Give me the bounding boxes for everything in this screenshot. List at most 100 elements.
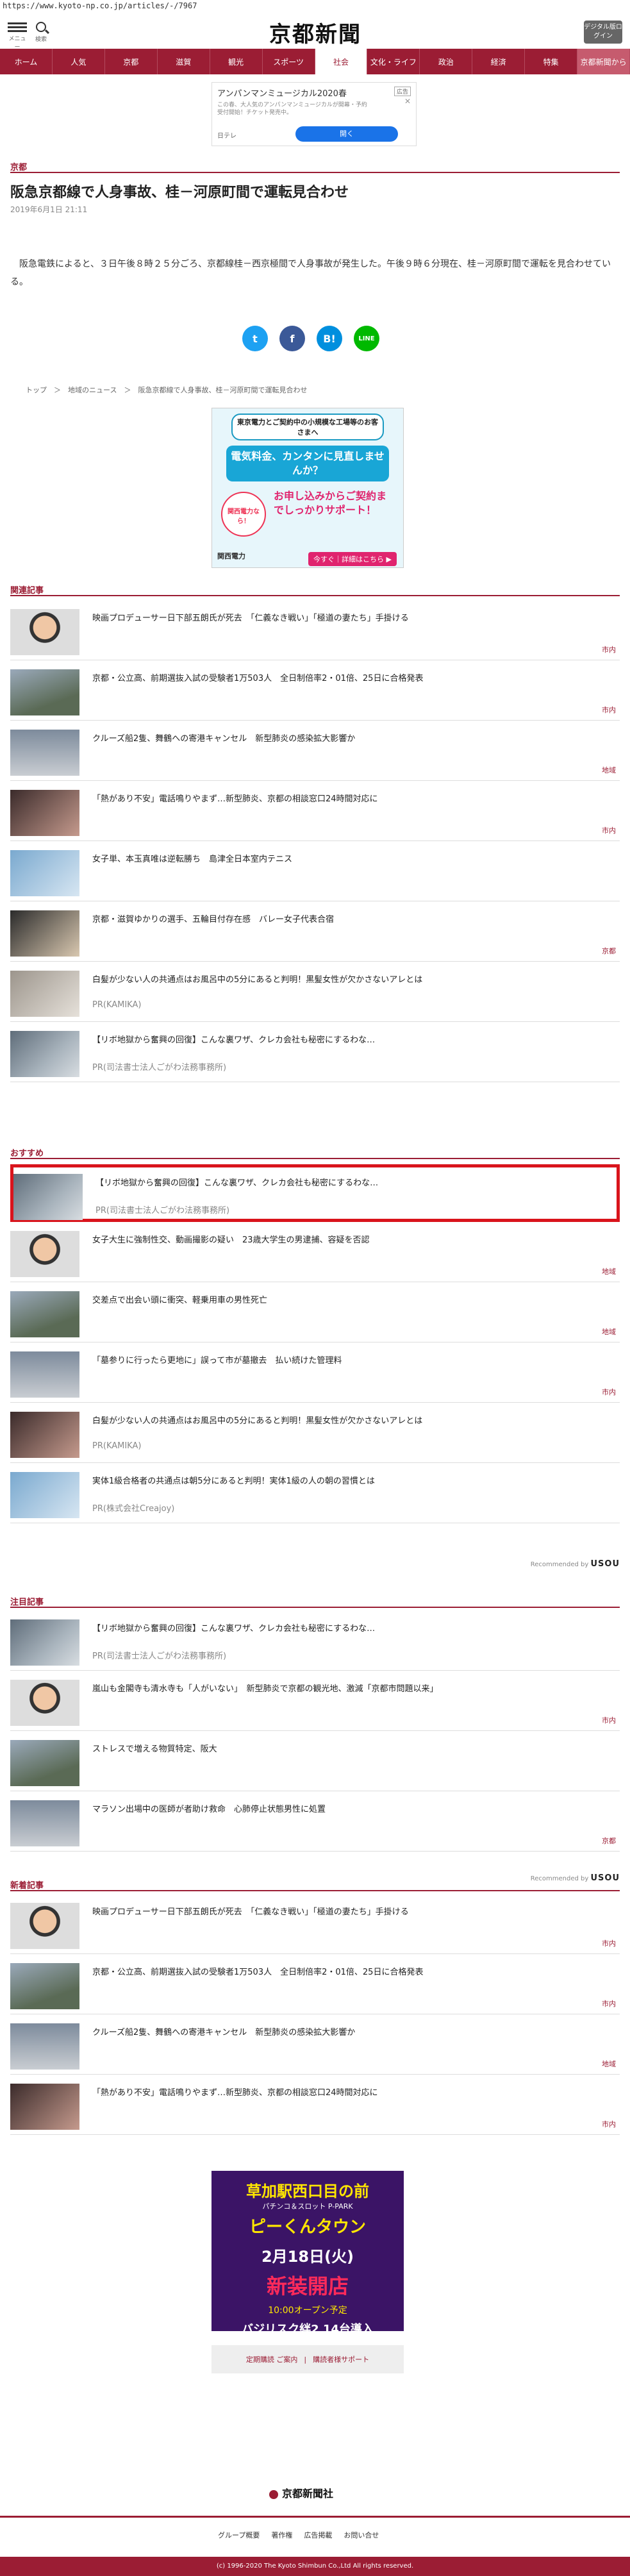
list-item[interactable]: 京都・公立高、前期選抜入試の受験者1万503人 全日制倍率2・01倍、25日に合… xyxy=(10,1957,620,2014)
item-title[interactable]: クルーズ船2隻、舞鶴への寄港キャンセル 新型肺炎の感染拡大影響か xyxy=(92,733,611,745)
digital-login-button[interactable]: デジタル版ログイン xyxy=(584,21,622,44)
list-item[interactable]: ストレスで増える物質特定、阪大 xyxy=(10,1734,620,1791)
article-category[interactable]: 京都 xyxy=(10,160,27,172)
nav-item[interactable]: 京都新聞から xyxy=(577,49,630,74)
list-item[interactable]: 「熱があり不安」電話鳴りやまず…新型肺炎、京都の相談窓口24時間対応に市内 xyxy=(10,783,620,841)
nav-item[interactable]: 人気 xyxy=(53,49,105,74)
subscribe-link[interactable]: 定期購読 ご案内 xyxy=(246,2354,298,2364)
item-category[interactable]: 市内 xyxy=(602,1715,616,1725)
item-title[interactable]: 「墓参りに行ったら更地に」誤って市が墓撤去 払い続けた管理料 xyxy=(92,1355,611,1367)
list-item[interactable]: 【リボ地獄から奮興の回復】こんな裏ワザ、クレカ会社も秘密にするわな… PR(司法書… xyxy=(10,1613,620,1671)
item-title[interactable]: 映画プロデューサー日下部五朗氏が死去 「仁義なき戦い」「極道の妻たち」手掛ける xyxy=(92,613,611,624)
item-category[interactable]: 京都 xyxy=(602,946,616,956)
item-category[interactable]: 市内 xyxy=(602,825,616,835)
list-item[interactable]: クルーズ船2隻、舞鶴への寄港キャンセル 新型肺炎の感染拡大影響か地域 xyxy=(10,2017,620,2075)
list-item[interactable]: 女子大生に強制性交、動画撮影の疑い 23歳大学生の男逮捕、容疑を否認地域 xyxy=(10,1225,620,1282)
item-title[interactable]: マラソン出場中の医師が者助け救命 心肺停止状態男性に処置 xyxy=(92,1804,611,1816)
section-latest-title: 新着記事 xyxy=(10,1881,44,1891)
list-item[interactable]: 【リボ地獄から奮興の回復】こんな裏ワザ、クレカ会社も秘密にするわな… PR(司法書… xyxy=(10,1164,620,1222)
item-title[interactable]: 白髪が少ない人の共通点はお風呂中の5分にあると判明！黒髪女性が欠かさないアレとは xyxy=(92,1416,611,1427)
list-item[interactable]: クルーズ船2隻、舞鶴への寄港キャンセル 新型肺炎の感染拡大影響か地域 xyxy=(10,723,620,781)
list-item[interactable]: 映画プロデューサー日下部五朗氏が死去 「仁義なき戦い」「極道の妻たち」手掛ける市… xyxy=(10,1896,620,1954)
list-item[interactable]: 交差点で出会い頭に衝突、軽乗用車の男性死亡地域 xyxy=(10,1285,620,1342)
item-title[interactable]: 嵐山も金閣寺も清水寺も「人がいない」 新型肺炎で京都の観光地、激減「京都市問題以… xyxy=(92,1684,611,1695)
item-title[interactable]: 女子大生に強制性交、動画撮影の疑い 23歳大学生の男逮捕、容疑を否認 xyxy=(92,1235,611,1246)
nav-item[interactable]: 観光 xyxy=(210,49,263,74)
item-title[interactable]: 交差点で出会い頭に衝突、軽乗用車の男性死亡 xyxy=(92,1295,611,1307)
ad-pachinko[interactable]: 草加駅西口目の前 パチンコ＆スロット P-PARK ピーくんタウン 2月18日(… xyxy=(211,2171,404,2331)
footer-link-contact[interactable]: お問い合せ xyxy=(344,2530,379,2540)
footer-link-group[interactable]: グループ概要 xyxy=(218,2530,260,2540)
thumbnail xyxy=(10,850,79,896)
recommended-by[interactable]: Recommended by USOU xyxy=(531,1873,620,1883)
item-category[interactable]: 市内 xyxy=(602,644,616,655)
item-title[interactable]: 【リボ地獄から奮興の回復】こんな裏ワザ、クレカ会社も秘密にするわな… xyxy=(95,1178,615,1189)
list-item[interactable]: 女子単、本玉真唯は逆転勝ち 島津全日本室内テニス xyxy=(10,844,620,901)
site-logo[interactable]: 京都新聞 xyxy=(244,17,387,47)
footer-link-ads[interactable]: 広告掲載 xyxy=(304,2530,332,2540)
list-item[interactable]: マラソン出場中の医師が者助け救命 心肺停止状態男性に処置京都 xyxy=(10,1794,620,1852)
item-category[interactable]: 市内 xyxy=(602,1998,616,2009)
item-title[interactable]: 女子単、本玉真唯は逆転勝ち 島津全日本室内テニス xyxy=(92,854,611,866)
recommended-by[interactable]: Recommended by USOU xyxy=(531,1559,620,1569)
ad-open-button[interactable]: 開く xyxy=(295,126,398,142)
nav-item[interactable]: スポーツ xyxy=(263,49,315,74)
nav-item[interactable]: 滋賀 xyxy=(158,49,210,74)
url-bar[interactable]: https://www.kyoto-np.co.jp/articles/-/79… xyxy=(0,0,630,13)
nav-item[interactable]: 社会 xyxy=(315,49,368,74)
list-item[interactable]: 実体1級合格者の共通点は朝5分にあると判明！実体1級の人の朝の習慣とは PR(株式… xyxy=(10,1466,620,1523)
list-item[interactable]: 「熱があり不安」電話鳴りやまず…新型肺炎、京都の相談窓口24時間対応に市内 xyxy=(10,2077,620,2135)
nav-item[interactable]: 政治 xyxy=(420,49,473,74)
list-item[interactable]: 映画プロデューサー日下部五朗氏が死去 「仁義なき戦い」「極道の妻たち」手掛ける市… xyxy=(10,603,620,660)
item-category[interactable]: 市内 xyxy=(602,705,616,715)
breadcrumb[interactable]: トップ ＞ 地域のニュース ＞ 阪急京都線で人身事故、桂－河原町間で運転見合わせ xyxy=(26,385,307,395)
item-title[interactable]: 「熱があり不安」電話鳴りやまず…新型肺炎、京都の相談窓口24時間対応に xyxy=(92,2087,611,2099)
facebook-share-button[interactable]: f xyxy=(279,326,305,351)
item-title[interactable]: ストレスで増える物質特定、阪大 xyxy=(92,1744,611,1755)
list-item[interactable]: 嵐山も金閣寺も清水寺も「人がいない」 新型肺炎で京都の観光地、激減「京都市問題以… xyxy=(10,1673,620,1731)
ad-banner-top[interactable]: 広告 ✕ アンパンマンミュージカル2020春 この春、大人気のアンパンマンミュー… xyxy=(211,82,417,146)
nav-item[interactable]: ホーム xyxy=(0,49,53,74)
support-link[interactable]: 購読者様サポート xyxy=(313,2354,369,2364)
item-title[interactable]: 白髪が少ない人の共通点はお風呂中の5分にあると判明！黒髪女性が欠かさないアレとは xyxy=(92,974,611,986)
item-category[interactable]: 市内 xyxy=(602,2119,616,2129)
share-bar: t f B! LINE xyxy=(242,326,379,351)
footer-link-copyright[interactable]: 著作権 xyxy=(271,2530,292,2540)
item-title[interactable]: 京都・公立高、前期選抜入試の受験者1万503人 全日制倍率2・01倍、25日に合… xyxy=(92,673,611,685)
item-title[interactable]: 「熱があり不安」電話鳴りやまず…新型肺炎、京都の相談窓口24時間対応に xyxy=(92,794,611,805)
close-icon[interactable]: ✕ xyxy=(404,97,411,106)
line-share-button[interactable]: LINE xyxy=(354,326,379,351)
item-title[interactable]: 【リボ地獄から奮興の回復】こんな裏ワザ、クレカ会社も秘密にするわな… xyxy=(92,1035,611,1046)
list-item[interactable]: 「墓参りに行ったら更地に」誤って市が墓撤去 払い続けた管理料市内 xyxy=(10,1345,620,1403)
nav-item[interactable]: 経済 xyxy=(472,49,526,74)
item-category[interactable]: 地域 xyxy=(602,1326,616,1337)
item-category[interactable]: 地域 xyxy=(602,1266,616,1276)
menu-button[interactable]: メニュー xyxy=(8,21,27,51)
ad2-cta-button[interactable]: 今すぐ｜詳細はこちら ▶ xyxy=(308,552,397,566)
nav-item[interactable]: 京都 xyxy=(105,49,158,74)
item-title[interactable]: 京都・滋賀ゆかりの選手、五輪目付存在感 バレー女子代表合宿 xyxy=(92,914,611,926)
twitter-share-button[interactable]: t xyxy=(242,326,268,351)
list-item[interactable]: 白髪が少ない人の共通点はお風呂中の5分にあると判明！黒髪女性が欠かさないアレとは… xyxy=(10,1405,620,1463)
ad-kepco[interactable]: 東京電力とご契約中の小規模な工場等のお客さまへ 電気料金、カンタンに見直しません… xyxy=(211,408,404,568)
item-category[interactable]: 市内 xyxy=(602,1938,616,1948)
item-title[interactable]: クルーズ船2隻、舞鶴への寄港キャンセル 新型肺炎の感染拡大影響か xyxy=(92,2027,611,2039)
list-item[interactable]: 京都・公立高、前期選抜入試の受験者1万503人 全日制倍率2・01倍、25日に合… xyxy=(10,663,620,721)
list-item[interactable]: 白髪が少ない人の共通点はお風呂中の5分にあると判明！黒髪女性が欠かさないアレとは… xyxy=(10,964,620,1022)
nav-item[interactable]: 特集 xyxy=(525,49,578,74)
item-title[interactable]: 【リボ地獄から奮興の回復】こんな裏ワザ、クレカ会社も秘密にするわな… xyxy=(92,1623,611,1635)
item-category[interactable]: 市内 xyxy=(602,1387,616,1397)
item-title[interactable]: 京都・公立高、前期選抜入試の受験者1万503人 全日制倍率2・01倍、25日に合… xyxy=(92,1967,611,1978)
hatena-share-button[interactable]: B! xyxy=(317,326,342,351)
search-label: 検索 xyxy=(35,37,47,43)
item-title[interactable]: 映画プロデューサー日下部五朗氏が死去 「仁義なき戦い」「極道の妻たち」手掛ける xyxy=(92,1907,611,1918)
search-button[interactable]: 検索 xyxy=(32,21,50,43)
footer-logo[interactable]: 京都新聞社 xyxy=(269,2485,333,2500)
list-item[interactable]: 京都・滋賀ゆかりの選手、五輪目付存在感 バレー女子代表合宿京都 xyxy=(10,904,620,962)
item-title[interactable]: 実体1級合格者の共通点は朝5分にあると判明！実体1級の人の朝の習慣とは xyxy=(92,1476,611,1487)
list-item[interactable]: 【リボ地獄から奮興の回復】こんな裏ワザ、クレカ会社も秘密にするわな… PR(司法書… xyxy=(10,1025,620,1082)
item-category[interactable]: 地域 xyxy=(602,2059,616,2069)
item-category[interactable]: 地域 xyxy=(602,765,616,775)
item-category[interactable]: 京都 xyxy=(602,1836,616,1846)
nav-item[interactable]: 文化・ライフ xyxy=(367,49,420,74)
